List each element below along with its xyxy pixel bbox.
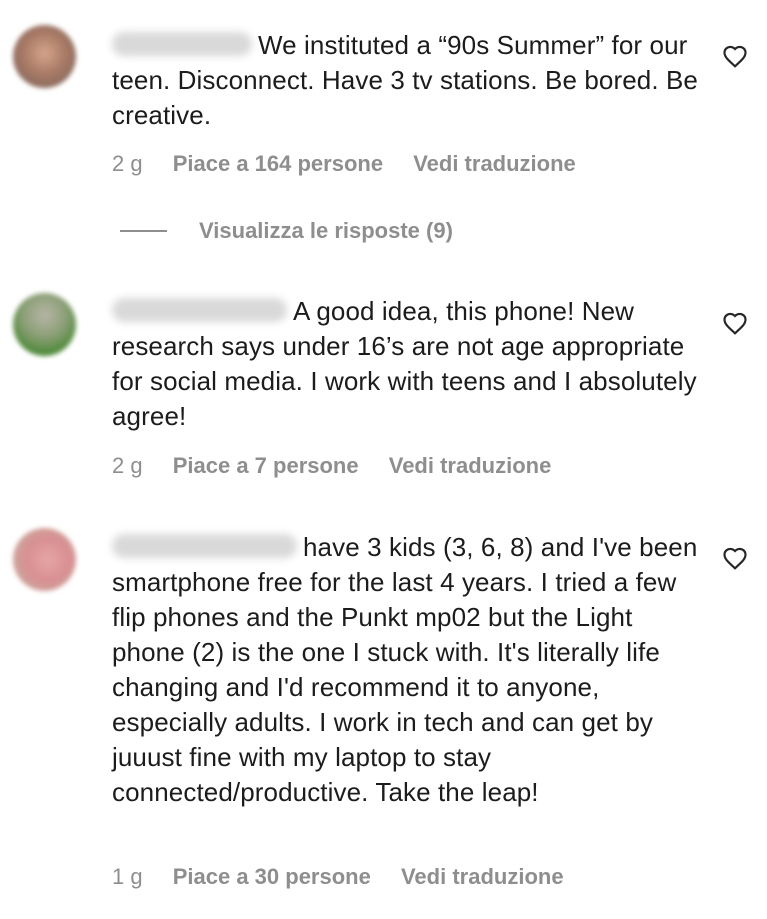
comment-text: have 3 kids (3, 6, 8) and I've been smar… <box>112 532 698 807</box>
view-replies-label: Visualizza le risposte (9) <box>199 218 453 243</box>
avatar[interactable] <box>13 25 76 88</box>
username[interactable] <box>112 298 287 323</box>
comment-text: We instituted a “90s Summer” for our tee… <box>112 30 698 130</box>
view-replies-button[interactable]: Visualizza le risposte (9) <box>120 218 453 244</box>
avatar[interactable] <box>13 293 76 356</box>
comment-meta: 2 g Piace a 164 persone Vedi traduzione <box>112 151 576 177</box>
avatar[interactable] <box>13 528 76 591</box>
timestamp: 2 g <box>112 151 143 176</box>
translate-link[interactable]: Vedi traduzione <box>401 864 564 889</box>
likes-count-link[interactable]: Piace a 7 persone <box>173 453 359 478</box>
heart-outline-icon[interactable] <box>722 44 748 68</box>
username[interactable] <box>112 534 297 559</box>
comment-meta: 2 g Piace a 7 persone Vedi traduzione <box>112 453 551 479</box>
username[interactable] <box>112 32 252 57</box>
heart-outline-icon[interactable] <box>722 546 748 570</box>
comment-meta: 1 g Piace a 30 persone Vedi traduzione <box>112 864 564 890</box>
likes-count-link[interactable]: Piace a 30 persone <box>173 864 371 889</box>
timestamp: 2 g <box>112 453 143 478</box>
comment-text: A good idea, this phone! New research sa… <box>112 296 697 431</box>
translate-link[interactable]: Vedi traduzione <box>389 453 552 478</box>
translate-link[interactable]: Vedi traduzione <box>413 151 576 176</box>
replies-divider <box>120 230 167 232</box>
heart-outline-icon[interactable] <box>722 311 748 335</box>
timestamp: 1 g <box>112 864 143 889</box>
likes-count-link[interactable]: Piace a 164 persone <box>173 151 383 176</box>
